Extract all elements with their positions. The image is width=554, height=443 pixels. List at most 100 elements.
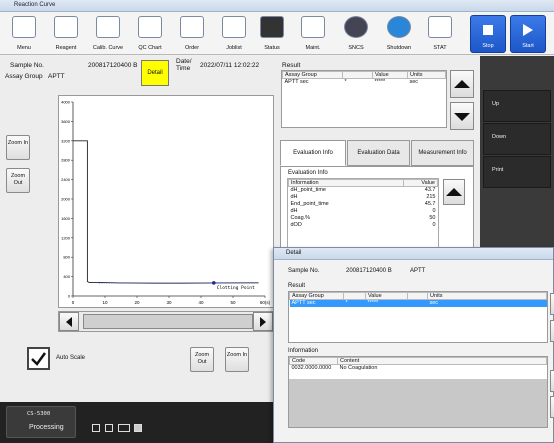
down-button[interactable]: Down xyxy=(483,123,551,155)
arrow-down-icon xyxy=(454,113,470,121)
detail-info-scroll-down[interactable] xyxy=(550,396,554,418)
play-icon xyxy=(523,24,533,36)
table-row[interactable]: dH_point_time 43.7 xyxy=(289,187,438,194)
tab-evaluation-data[interactable]: Evaluation Data xyxy=(347,140,410,166)
table-row[interactable]: dOD 0 xyxy=(289,222,438,229)
detail-result-scroll-up[interactable] xyxy=(550,293,554,315)
detail-cell-flag: * xyxy=(345,300,348,307)
stop-button[interactable]: Stop xyxy=(470,15,506,53)
device-state: Processing xyxy=(29,424,64,431)
info-cell-content: No Coagulation xyxy=(339,365,378,372)
detail-result-header-row: Assay Group Value Units xyxy=(289,292,547,300)
joblist-icon xyxy=(222,16,246,38)
eval-cell-value: 43.7 xyxy=(424,187,436,194)
assay-group-label: Assay Group xyxy=(5,73,43,80)
eval-cell-info: dH_point_time xyxy=(290,187,326,194)
detail-col-value: Value xyxy=(365,292,408,300)
order-button[interactable]: Order xyxy=(172,14,212,54)
detail-cell-assay: APTT sec xyxy=(291,300,316,307)
info-col-code: Code xyxy=(289,357,338,365)
y-tick-label: 2800 xyxy=(61,158,71,163)
main-toolbar: Menu Reagent Calib. Curve QC Chart Order… xyxy=(0,12,554,55)
result-cell-units: sec xyxy=(409,79,419,86)
scroll-thumb[interactable] xyxy=(83,314,253,329)
reaction-curve-chart: 0 400 800 1200 1600 2000 2400 2800 3200 3600 4000 0… xyxy=(58,95,274,308)
table-row[interactable]: End_point_time 45.7 xyxy=(289,201,438,208)
sample-no-label: Sample No. xyxy=(10,62,44,69)
result-title: Result xyxy=(282,62,301,69)
table-row[interactable]: APTT sec * ***** sec xyxy=(289,299,547,307)
y-tick-label: 3600 xyxy=(61,119,71,124)
eval-col-information: Information xyxy=(288,179,404,187)
shutdown-button[interactable]: Shutdown xyxy=(379,14,419,54)
detail-cell-value: ***** xyxy=(367,300,379,307)
result-col-flag xyxy=(342,71,373,79)
table-row[interactable]: Coag.% 50 xyxy=(289,215,438,222)
detail-button[interactable]: Detail xyxy=(141,60,169,86)
evaluation-table: Information Value dH_point_time 43.7 dH 21… xyxy=(287,178,439,248)
scroll-left-button[interactable] xyxy=(59,312,79,331)
zoom-in-bottom-button[interactable]: Zoom In xyxy=(225,347,249,372)
device-name: CS-5300 xyxy=(27,411,51,417)
menu-button[interactable]: Menu xyxy=(4,14,44,54)
x-tick-label: 0 xyxy=(72,300,75,305)
eval-cell-value: 45.7 xyxy=(424,201,436,207)
result-scroll-down[interactable] xyxy=(450,102,474,130)
detail-sample-value: 200817120400 B xyxy=(346,268,392,274)
eval-cell-info: dH xyxy=(290,194,298,200)
zoom-out-left-button[interactable]: Zoom Out xyxy=(6,168,30,193)
up-button[interactable]: Up xyxy=(483,90,551,122)
stat-button[interactable]: STAT xyxy=(420,14,460,54)
x-tick-label: 20 xyxy=(134,300,140,305)
scroll-right-button[interactable] xyxy=(253,312,273,331)
datetime-label: Date/ Time xyxy=(176,58,192,72)
detail-col-flag xyxy=(343,292,366,300)
stop-square-icon xyxy=(483,25,493,35)
reagent-button[interactable]: Reagent xyxy=(46,14,86,54)
table-row[interactable]: dH 0 xyxy=(289,208,438,215)
order-icon xyxy=(180,16,204,38)
table-row[interactable]: dH 215 xyxy=(289,194,438,201)
chart-scrollbar[interactable] xyxy=(58,311,274,332)
evaluation-header-row: Information Value xyxy=(288,179,438,187)
clotting-point-label: Clotting Point xyxy=(217,285,255,291)
curve-icon xyxy=(96,16,120,38)
assay-group-value: APTT xyxy=(48,73,65,80)
eval-cell-value: 215 xyxy=(426,194,436,200)
zoom-in-left-button[interactable]: Zoom In xyxy=(6,135,30,160)
power-icon xyxy=(387,16,411,38)
device-status-panel[interactable]: CS-5300 Processing xyxy=(6,406,76,438)
eval-cell-value: 50 xyxy=(429,215,436,221)
calib-curve-button[interactable]: Calib. Curve xyxy=(88,14,128,54)
auto-scale-label: Auto Scale xyxy=(56,355,86,361)
detail-info-scroll-up[interactable] xyxy=(550,370,554,392)
sncs-button[interactable]: SNCS xyxy=(336,14,376,54)
sample-icon xyxy=(92,424,100,432)
result-scroll-up[interactable] xyxy=(450,70,474,98)
table-row[interactable]: 0032.0000.0000 No Coagulation xyxy=(290,365,547,372)
table-row[interactable]: APTT sec * ***** sec xyxy=(283,79,446,86)
y-tick-label: 3200 xyxy=(61,138,71,143)
tab-evaluation-info[interactable]: Evaluation Info xyxy=(280,140,346,166)
detail-result-scroll-down[interactable] xyxy=(550,320,554,342)
y-tick-label: 800 xyxy=(63,255,70,260)
status-button[interactable]: Status xyxy=(252,14,292,54)
zoom-out-bottom-button[interactable]: Zoom Out xyxy=(190,347,214,372)
x-tick-label: 60(s) xyxy=(260,300,271,305)
eval-cell-info: End_point_time xyxy=(290,201,329,207)
detail-titlebar[interactable]: Detail xyxy=(274,248,553,260)
info-col-content: Content xyxy=(337,357,547,365)
y-tick-label: 4000 xyxy=(61,100,71,105)
y-tick-label: 1600 xyxy=(61,216,71,221)
evaluation-scroll-up[interactable] xyxy=(443,179,465,205)
joblist-button[interactable]: Joblist xyxy=(214,14,254,54)
print-button[interactable]: Print xyxy=(483,156,551,188)
detail-assay-value: APTT xyxy=(410,268,426,274)
qc-chart-button[interactable]: QC Chart xyxy=(130,14,170,54)
maint-button[interactable]: Maint. xyxy=(293,14,333,54)
start-button[interactable]: Start xyxy=(510,15,546,53)
auto-scale-checkbox[interactable] xyxy=(27,347,50,370)
qc-chart-icon xyxy=(138,16,162,38)
eval-cell-info: Coag.% xyxy=(290,215,311,221)
tab-measurement-info[interactable]: Measurement Info xyxy=(411,140,474,166)
